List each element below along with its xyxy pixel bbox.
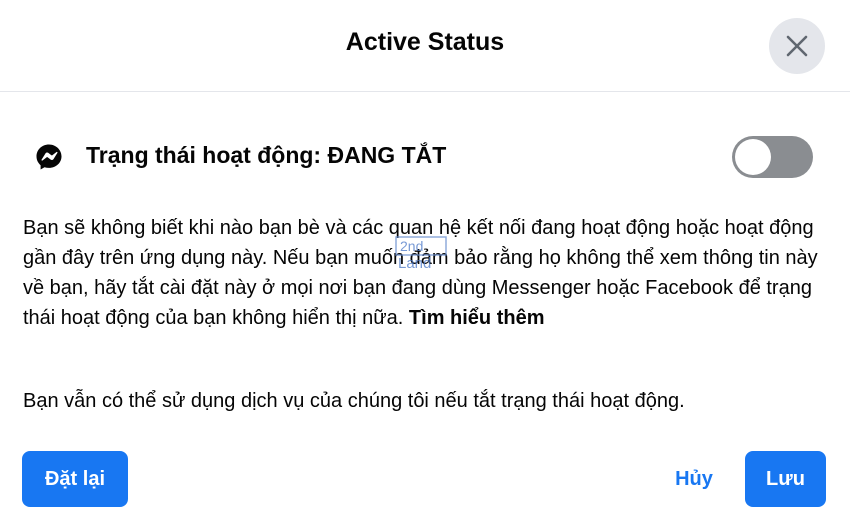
note-text: Bạn vẫn có thể sử dụng dịch vụ của chúng… [23,390,685,412]
learn-more-link[interactable]: Tìm hiểu thêm [409,307,545,329]
watermark-logo: 2nd Land [395,236,447,272]
cancel-button[interactable]: Hủy [655,451,733,507]
svg-text:2nd: 2nd [400,238,423,254]
description-text: Bạn sẽ không biết khi nào bạn bè và các … [23,213,833,333]
active-status-row: Trạng thái hoạt động: ĐANG TẮT [35,136,815,178]
dialog-header: Active Status [0,0,850,92]
active-status-toggle[interactable] [732,136,813,178]
close-icon [786,35,808,57]
svg-text:Land: Land [398,255,431,272]
close-button[interactable] [769,18,825,74]
save-button[interactable]: Lưu [745,451,826,507]
dialog-title: Active Status [345,28,505,56]
reset-button[interactable]: Đặt lại [22,451,128,507]
messenger-icon [36,144,62,170]
active-status-dialog: Active Status Trạng thái hoạt động: ĐANG… [0,0,850,521]
toggle-knob [735,139,771,175]
active-status-label: Trạng thái hoạt động: ĐANG TẮT [86,142,447,168]
